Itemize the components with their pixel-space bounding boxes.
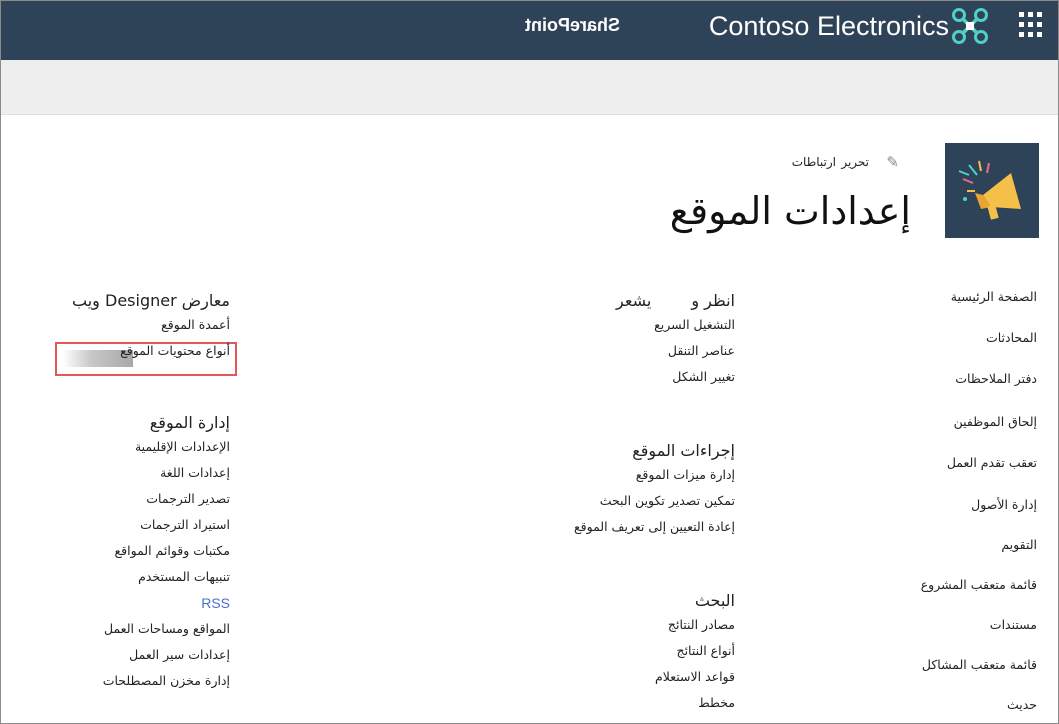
look-and-feel-heading: انظر و يشعر [525,291,735,310]
product-name[interactable]: SharePoint [525,15,620,36]
megaphone-icon[interactable] [945,143,1039,238]
site-actions-section: إجراءات الموقع إدارة ميزات الموقع تمكين … [525,441,735,540]
edit-links-button[interactable]: تحرير [841,155,869,169]
drone-icon [952,8,988,44]
link-reset-to-site-definition[interactable]: إعادة التعيين إلى تعريف الموقع [525,514,735,540]
link-site-libraries-and-lists[interactable]: مكتبات وقوائم المواقع [20,538,230,564]
nav-item-documents[interactable]: مستندات [990,617,1037,632]
link-export-translations[interactable]: تصدير الترجمات [20,486,230,512]
link-change-look[interactable]: تغيير الشكل [525,364,735,390]
nav-item-calendar[interactable]: التقويم [1001,537,1037,552]
suite-bar: Contoso Electronics SharePoint [1,1,1058,60]
nav-item-work-progress[interactable]: تعقب تقدم العمل [947,455,1037,470]
search-section: البحث مصادر النتائج أنواع النتائج قواعد … [525,591,735,716]
link-sites-and-workspaces[interactable]: المواقع ومساحات العمل [20,616,230,642]
nav-item-home[interactable]: الصفحة الرئيسية [951,289,1037,304]
nav-item-conversations[interactable]: المحادثات [986,330,1037,345]
link-user-alerts[interactable]: تنبيهات المستخدم [20,564,230,590]
nav-item-recent[interactable]: حديث [1007,697,1037,712]
nav-item-issue-tracker[interactable]: قائمة متعقب المشاكل [922,657,1037,672]
link-site-columns[interactable]: أعمدة الموقع [20,312,230,338]
link-term-store-management[interactable]: إدارة مخزن المصطلحات [20,668,230,694]
site-actions-heading: إجراءات الموقع [632,441,735,460]
edit-links-bar: ✎ تحرير ارتباطات [789,153,901,173]
look-and-feel-heading-part2: يشعر [616,291,652,310]
look-and-feel-section: انظر و يشعر التشغيل السريع عناصر التنقل ت… [525,291,735,390]
page-title: إعدادات الموقع [669,189,911,233]
nav-item-employee-onboarding[interactable]: إلحاق الموظفين [954,414,1037,429]
web-designer-galleries-heading: معارض Designer ويب [72,291,230,310]
link-quick-launch[interactable]: التشغيل السريع [525,312,735,338]
link-result-types[interactable]: أنواع النتائج [525,638,736,664]
look-and-feel-heading-part1: انظر و [691,291,735,310]
link-navigation-elements[interactable]: عناصر التنقل [525,338,735,364]
org-name[interactable]: Contoso Electronics [697,11,949,42]
site-administration-heading: إدارة الموقع [149,413,230,432]
nav-item-project-tracker[interactable]: قائمة متعقب المشروع [921,577,1037,592]
link-enable-search-config-export[interactable]: تمكين تصدير تكوين البحث [525,488,735,514]
links-label: ارتباطات [791,155,836,169]
nav-item-asset-management[interactable]: إدارة الأصول [971,497,1037,512]
page-frame: Contoso Electronics SharePoint ✎ تحرير ا… [0,0,1059,724]
waffle-icon[interactable] [1019,12,1045,38]
link-schema[interactable]: مخطط [525,690,735,716]
site-administration-section: إدارة الموقع الإعدادات الإقليمية إعدادات… [20,413,230,694]
web-designer-galleries-section: معارض Designer ويب أعمدة الموقع أنواع مح… [20,291,230,364]
link-import-translations[interactable]: استيراد الترجمات [20,512,230,538]
link-manage-site-features[interactable]: إدارة ميزات الموقع [525,462,735,488]
command-bar [1,60,1058,115]
link-result-sources[interactable]: مصادر النتائج [525,612,735,638]
link-regional-settings[interactable]: الإعدادات الإقليمية [20,434,230,460]
link-workflow-settings[interactable]: إعدادات سير العمل [20,642,230,668]
link-rss[interactable]: RSS [20,590,230,616]
search-heading: البحث [694,591,735,610]
link-language-settings[interactable]: إعدادات اللغة [20,460,230,486]
link-site-content-types[interactable]: أنواع محتويات الموقع [20,338,230,364]
link-query-rules[interactable]: قواعد الاستعلام [525,664,735,690]
nav-item-notebook[interactable]: دفتر الملاحظات [955,371,1037,386]
pencil-icon[interactable]: ✎ [886,153,899,171]
